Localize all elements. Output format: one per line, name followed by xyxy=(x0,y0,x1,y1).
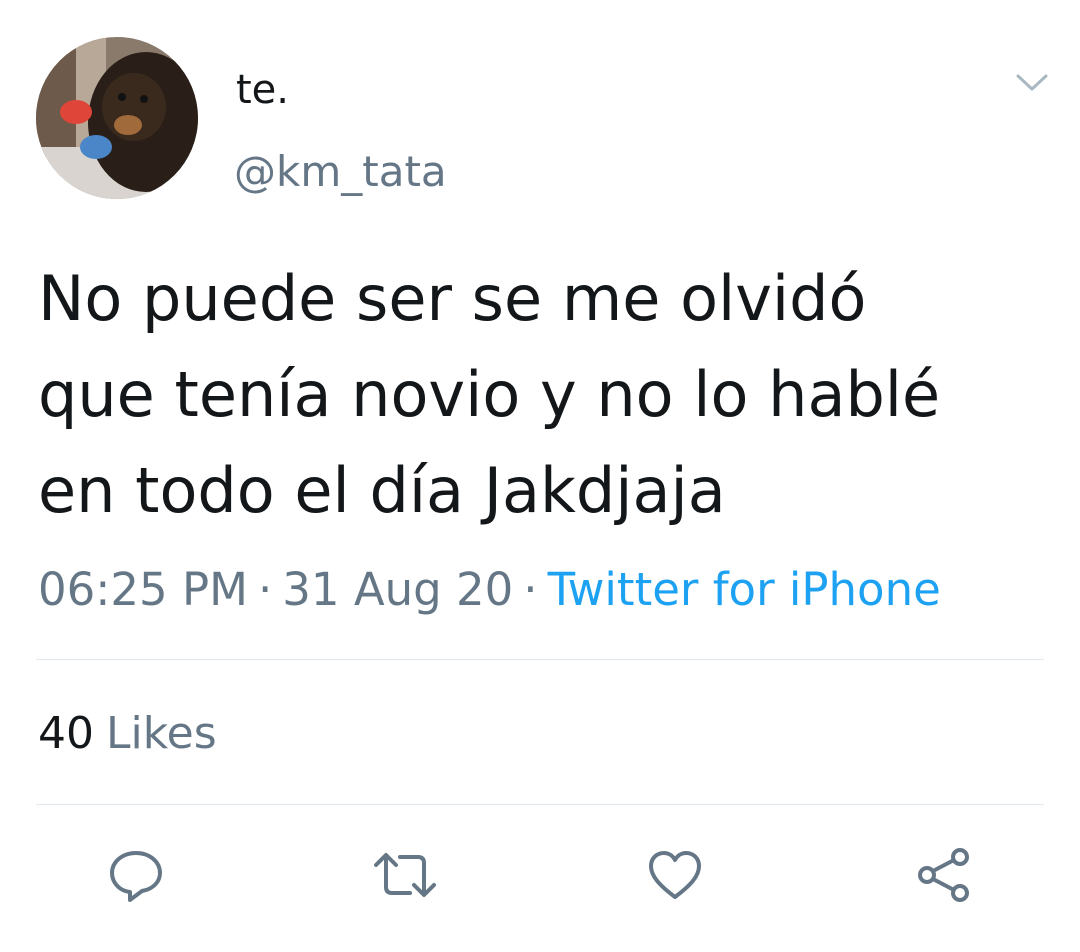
display-name[interactable]: te. xyxy=(236,64,289,116)
tweet-date[interactable]: 31 Aug 20 xyxy=(282,563,513,616)
user-handle[interactable]: @km_tata xyxy=(234,145,447,199)
like-button[interactable] xyxy=(640,840,710,910)
likes-stat[interactable]: 40 Likes xyxy=(38,706,217,762)
meta-separator: · xyxy=(523,563,538,616)
likes-label: Likes xyxy=(106,708,217,759)
retweet-icon xyxy=(374,853,436,897)
tweet-text-line: que tenía novio y no lo hablé xyxy=(38,358,941,431)
reply-icon xyxy=(110,851,162,902)
tweet-text-line: No puede ser se me olvidó xyxy=(38,262,867,335)
divider xyxy=(36,659,1044,660)
tweet-text-line: en todo el día Jakdjaja xyxy=(38,454,726,527)
avatar-image xyxy=(36,37,198,199)
tweet-text: No puede ser se me olvidó que tenía novi… xyxy=(38,251,1048,539)
tweet-time[interactable]: 06:25 PM xyxy=(38,563,248,616)
tweet-meta: 06:25 PM · 31 Aug 20 · Twitter for iPhone xyxy=(38,562,941,618)
divider xyxy=(36,804,1044,805)
reply-button[interactable] xyxy=(101,840,171,910)
meta-separator: · xyxy=(257,563,273,616)
chevron-down-icon[interactable] xyxy=(1010,62,1054,102)
retweet-button[interactable] xyxy=(370,840,440,910)
avatar[interactable] xyxy=(36,37,198,199)
likes-count: 40 xyxy=(38,708,94,759)
heart-icon xyxy=(649,851,701,899)
share-icon xyxy=(918,848,969,902)
share-button[interactable] xyxy=(908,840,978,910)
tweet-source-link[interactable]: Twitter for iPhone xyxy=(548,563,941,616)
